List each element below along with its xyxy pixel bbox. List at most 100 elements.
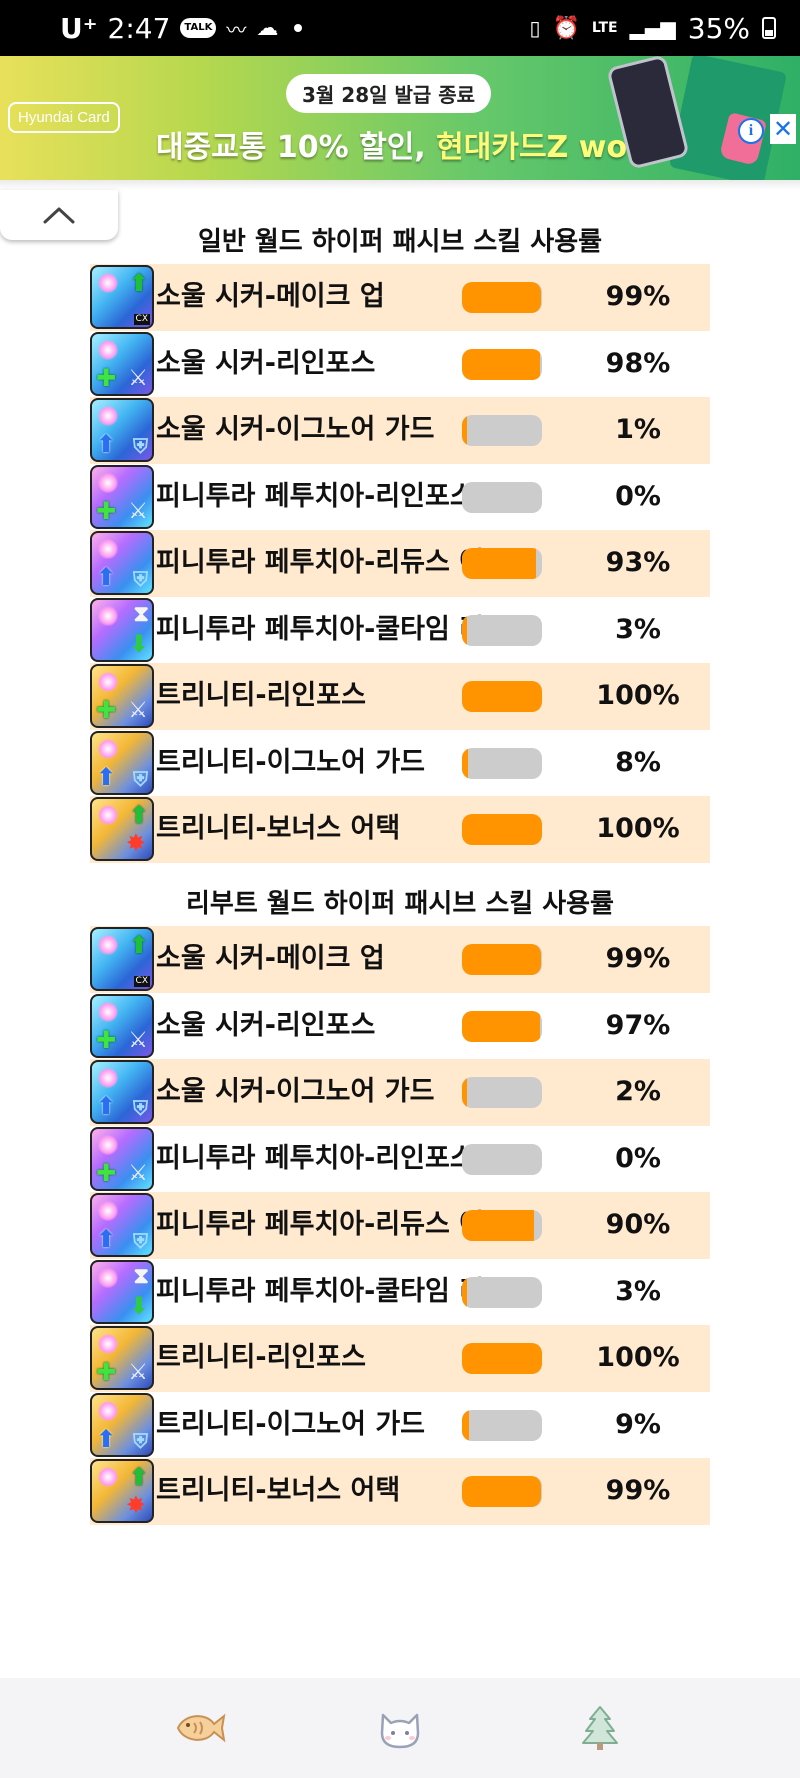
usage-bar [462,1343,542,1374]
wave-icon: 〰 [226,17,247,42]
usage-percent: 9% [615,1408,661,1440]
usage-percent: 100% [596,680,680,711]
skill-row: ⬆ ⛨ 피니투라 페투치아-리듀스 어 93% [90,530,710,597]
pinnitura-reduce-icon: ⬆ ⛨ [90,1193,154,1258]
usage-bar [462,681,542,712]
usage-percent: 99% [605,943,671,974]
skill-row: ✚ ⚔ 트리니티-리인포스 100% [90,663,710,730]
skill-name: 소울 시커-리인포스 [156,347,376,379]
section-title: 리부트 월드 하이퍼 패시브 스킬 사용률 [186,889,614,919]
pinnitura-reinforce-icon: ✚ ⚔ [90,464,154,529]
usage-percent: 0% [615,480,661,512]
ad-headline-prefix: 대중교통 10% 할인, [156,130,437,165]
skill-row: ⬆ ⛨ 소울 시커-이그노어 가드 2% [90,1059,710,1126]
skill-row: ✚ ⚔ 소울 시커-리인포스 98% [90,331,710,398]
soul-seeker-reinforce-icon: ✚ ⚔ [90,993,154,1058]
soul-seeker-ignore-guard-icon: ⬆ ⛨ [90,1060,154,1125]
kakaotalk-icon: TALK [180,18,217,38]
normal-world-section: 일반 월드 하이퍼 패시브 스킬 사용률 ⬆ CX 소울 시커-메이크 업 99% ✚ ⚔… [90,220,710,863]
nav-tree[interactable] [570,1698,630,1758]
usage-bar [462,814,542,845]
usage-bar [462,944,542,975]
ad-banner[interactable]: Hyundai Card 3월 28일 발급 종료 대중교통 10% 할인, 현… [0,56,800,180]
skill-row: ✚ ⚔ 트리니티-리인포스 100% [90,1325,710,1392]
signal-icon: ▂▄▆ [629,16,676,40]
usage-bar [462,548,542,579]
skill-row: ⬆ ✸ 트리니티-보너스 어택 99% [90,1458,710,1525]
ad-info-icon[interactable]: i [738,118,764,144]
skill-name: 트리니티-보너스 어택 [156,1475,401,1507]
page-shade [0,180,800,190]
skill-row: ⬆ CX 소울 시커-메이크 업 99% [90,926,710,993]
ad-brand-logo: Hyundai Card [8,102,120,133]
chevron-up-icon [43,207,75,224]
usage-percent: 98% [605,347,671,379]
lte-label: LTE [591,20,618,36]
skill-row: ⬆ ⛨ 트리니티-이그노어 가드 9% [90,1392,710,1459]
battery-percent: 35% [687,11,750,45]
usage-bar [462,1276,542,1308]
skill-name: 트리니티-보너스 어택 [156,813,401,845]
status-bar: U⁺ 2:47 TALK 〰 ☁ ▯ ⏰ LTE ▂▄▆ 35% [0,0,800,56]
soul-seeker-make-up-icon: ⬆ CX [90,265,154,330]
usage-bar-fill [462,348,541,380]
usage-bar-fill [462,1077,467,1108]
tree-icon [582,1706,618,1750]
skill-row: ⬆ ✸ 트리니티-보너스 어택 100% [90,796,710,863]
soul-seeker-reinforce-icon: ✚ ⚔ [90,331,154,396]
usage-bar [462,282,542,313]
trinity-reinforce-icon: ✚ ⚔ [90,664,154,729]
usage-bar-fill [462,1409,470,1441]
usage-bar [462,348,542,380]
usage-bar [462,1210,542,1241]
usage-percent: 93% [605,547,671,578]
cloud-icon: ☁ [256,15,279,41]
usage-bar [462,614,542,646]
reboot-world-section: 리부트 월드 하이퍼 패시브 스킬 사용률 ⬆ CX 소울 시커-메이크 업 99% ✚… [90,882,710,1525]
skill-name: 트리니티-이그노어 가드 [156,1408,426,1440]
skill-row: ⬆ CX 소울 시커-메이크 업 99% [90,264,710,331]
pinnitura-reinforce-icon: ✚ ⚔ [90,1126,154,1191]
clock: 2:47 [107,11,171,45]
skill-row: ⬆ ⛨ 소울 시커-이그노어 가드 1% [90,397,710,464]
usage-percent: 0% [615,1142,661,1174]
usage-bar-fill [462,1476,542,1507]
nav-fish-bread[interactable] [170,1698,230,1758]
trinity-reinforce-icon: ✚ ⚔ [90,1326,154,1391]
usage-bar [462,1409,542,1441]
skill-name: 트리니티-리인포스 [156,680,366,712]
usage-bar [462,1143,542,1175]
skill-name: 피니투라 페투치아-리인포스 [156,480,475,512]
usage-bar [462,1476,542,1507]
usage-bar-fill [462,1343,542,1374]
soul-seeker-ignore-guard-icon: ⬆ ⛨ [90,398,154,463]
usage-percent: 90% [605,1209,671,1240]
carrier-label: U⁺ [60,11,98,45]
skill-name: 트리니티-이그노어 가드 [156,746,426,778]
usage-bar-fill [462,415,467,446]
pinnitura-cooltime-icon: ⧗ ⬇ [90,597,154,662]
skill-name: 소울 시커-이그노어 가드 [156,414,435,446]
skill-name: 피니투라 페투치아-리인포스 [156,1142,475,1174]
usage-percent: 3% [615,1275,661,1307]
skill-name: 소울 시커-리인포스 [156,1009,376,1041]
skill-name: 피니투라 페투치아-쿨타임 리 [156,613,485,645]
usage-percent: 8% [615,746,661,778]
usage-percent: 99% [605,281,671,312]
alarm-icon: ⏰ [552,15,580,41]
skill-name: 소울 시커-메이크 업 [156,943,385,975]
usage-bar-fill [462,681,542,712]
notification-dot-icon [294,24,303,32]
usage-percent: 3% [615,613,661,645]
trinity-bonus-attack-icon: ⬆ ✸ [90,1459,154,1524]
skill-row: ✚ ⚔ 피니투라 페투치아-리인포스 0% [90,464,710,531]
sim-icon: ▯ [529,16,541,40]
skill-row: ⬆ ⛨ 트리니티-이그노어 가드 8% [90,730,710,797]
nav-cat[interactable] [370,1698,430,1758]
usage-bar [462,747,542,779]
usage-bar [462,415,542,446]
soul-seeker-make-up-icon: ⬆ CX [90,927,154,992]
usage-percent: 100% [596,813,680,844]
bottom-nav [0,1678,800,1778]
ad-close-icon[interactable]: ✕ [770,114,796,144]
